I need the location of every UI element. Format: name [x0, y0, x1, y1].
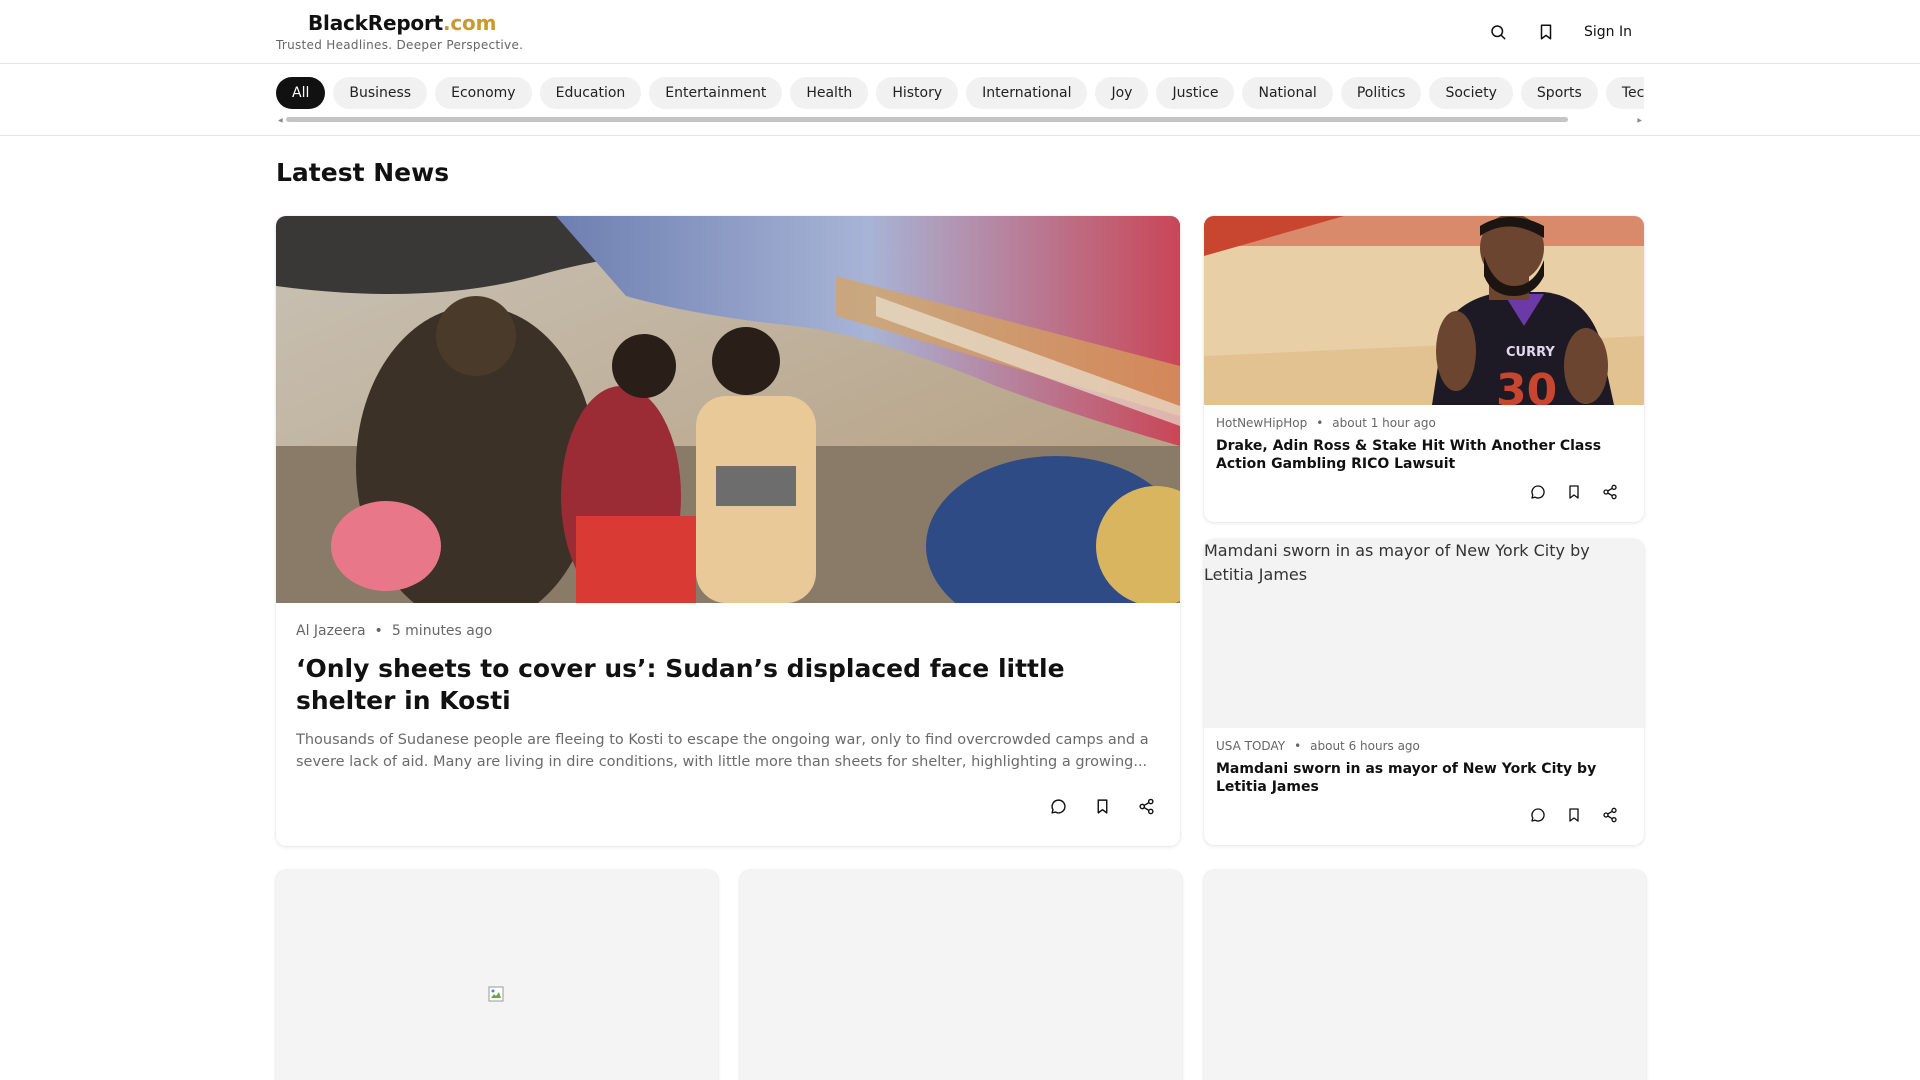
category-bar: All Business Economy Education Entertainment… — [0, 64, 1920, 136]
side-article-title[interactable]: Mamdani sworn in as mayor of New York Ci… — [1216, 761, 1632, 796]
category-pill-business[interactable]: Business — [333, 77, 428, 109]
side-article-body: USA TODAY • about 6 hours ago Mamdani sw… — [1216, 739, 1632, 796]
article-source: Al Jazeera — [296, 623, 366, 639]
side-article-card[interactable]: Mamdani sworn in as mayor of New York Ci… — [1204, 539, 1644, 845]
brand-logo[interactable]: BlackReport.com Trusted Headlines. Deepe… — [276, 11, 523, 52]
category-scroller[interactable]: All Business Economy Education Entertainment… — [276, 77, 1644, 111]
share-icon[interactable] — [1134, 794, 1158, 818]
side-article-body: HotNewHipHop • about 1 hour ago Drake, A… — [1216, 416, 1632, 473]
svg-text:30: 30 — [1496, 365, 1557, 405]
article-actions — [1046, 794, 1158, 818]
category-pill-health[interactable]: Health — [790, 77, 869, 109]
site-header: BlackReport.com Trusted Headlines. Deepe… — [0, 0, 1920, 64]
scrollbar-thumb[interactable] — [286, 117, 1568, 122]
comment-icon[interactable] — [1526, 480, 1550, 504]
brand-tld: .com — [443, 11, 497, 35]
image-alt-text: Mamdani sworn in as mayor of New York Ci… — [1204, 541, 1590, 584]
category-pill-international[interactable]: International — [966, 77, 1088, 109]
featured-article-card[interactable]: Al Jazeera • 5 minutes ago ‘Only sheets … — [276, 216, 1180, 846]
article-source: HotNewHipHop — [1216, 416, 1308, 430]
category-pill-sports[interactable]: Sports — [1520, 77, 1598, 109]
bookmark-icon[interactable] — [1532, 18, 1560, 46]
side-article-image-broken[interactable]: Mamdani sworn in as mayor of New York Ci… — [1204, 539, 1644, 728]
category-pill-justice[interactable]: Justice — [1156, 77, 1235, 109]
bookmark-icon[interactable] — [1562, 480, 1586, 504]
article-time: about 1 hour ago — [1332, 416, 1436, 430]
brand-name: BlackReport.com — [308, 11, 497, 35]
article-actions — [1526, 803, 1622, 827]
scroll-right-arrow[interactable]: ▶ — [1637, 117, 1642, 124]
article-card-placeholder[interactable] — [740, 870, 1182, 1080]
broken-image-icon — [488, 986, 504, 1002]
category-scrollbar[interactable]: ◀ ▶ — [276, 115, 1644, 124]
article-meta: USA TODAY • about 6 hours ago — [1216, 739, 1632, 753]
svg-text:CURRY: CURRY — [1506, 345, 1555, 360]
category-pill-tech[interactable]: Tech — [1605, 77, 1644, 109]
category-pill-education[interactable]: Education — [539, 77, 642, 109]
share-icon[interactable] — [1598, 480, 1622, 504]
category-pill-joy[interactable]: Joy — [1095, 77, 1149, 109]
search-icon[interactable] — [1484, 18, 1512, 46]
side-article-image[interactable]: CURRY 30 — [1204, 216, 1644, 405]
category-list: All Business Economy Education Entertainment… — [276, 77, 1644, 109]
article-source: USA TODAY — [1216, 739, 1286, 753]
featured-article-image[interactable] — [276, 216, 1180, 603]
article-card-placeholder[interactable] — [1204, 870, 1646, 1080]
share-icon[interactable] — [1598, 803, 1622, 827]
side-article-title[interactable]: Drake, Adin Ross & Stake Hit With Anothe… — [1216, 438, 1632, 473]
bookmark-icon[interactable] — [1562, 803, 1586, 827]
brand-tagline: Trusted Headlines. Deeper Perspective. — [276, 38, 524, 52]
category-pill-national[interactable]: National — [1242, 77, 1333, 109]
side-article-card[interactable]: CURRY 30 HotNewHipHop • about 1 hour ago… — [1204, 216, 1644, 522]
featured-article-title[interactable]: ‘Only sheets to cover us’: Sudan’s displ… — [296, 653, 1156, 717]
comment-icon[interactable] — [1046, 794, 1070, 818]
category-pill-politics[interactable]: Politics — [1340, 77, 1422, 109]
featured-article-description: Thousands of Sudanese people are fleeing… — [296, 732, 1149, 770]
category-pill-economy[interactable]: Economy — [435, 77, 532, 109]
article-meta: HotNewHipHop • about 1 hour ago — [1216, 416, 1632, 430]
article-time: about 6 hours ago — [1310, 739, 1420, 753]
meta-separator: • — [374, 623, 383, 639]
article-meta: Al Jazeera • 5 minutes ago — [296, 623, 1156, 639]
header-actions: Sign In — [1484, 18, 1632, 46]
article-actions — [1526, 480, 1622, 504]
meta-separator: • — [1316, 416, 1324, 430]
category-pill-all[interactable]: All — [276, 77, 326, 109]
article-time: 5 minutes ago — [391, 623, 493, 639]
comment-icon[interactable] — [1526, 803, 1550, 827]
category-pill-society[interactable]: Society — [1429, 77, 1513, 109]
bookmark-icon[interactable] — [1090, 794, 1114, 818]
category-pill-history[interactable]: History — [876, 77, 959, 109]
meta-separator: • — [1294, 739, 1302, 753]
section-title: Latest News — [276, 158, 450, 187]
scroll-left-arrow[interactable]: ◀ — [278, 117, 283, 124]
sign-in-button[interactable]: Sign In — [1584, 24, 1632, 40]
featured-article-body: Al Jazeera • 5 minutes ago ‘Only sheets … — [296, 623, 1156, 773]
category-pill-entertainment[interactable]: Entertainment — [649, 77, 783, 109]
article-card-placeholder[interactable] — [276, 870, 718, 1080]
